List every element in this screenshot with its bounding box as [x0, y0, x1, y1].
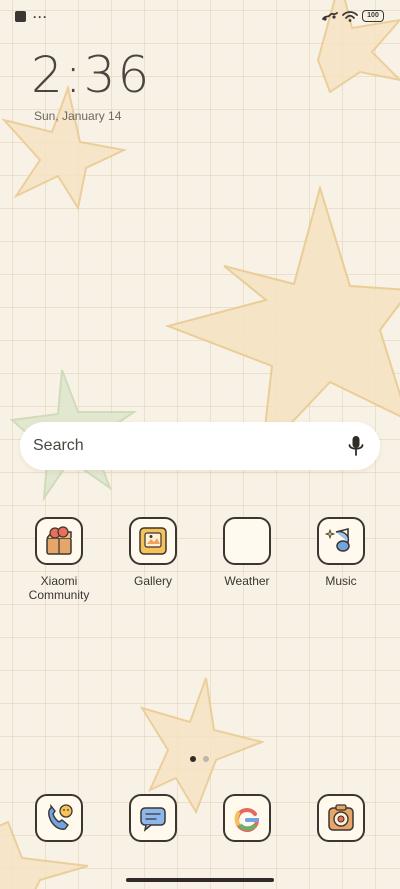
status-bar: ··· 100: [0, 0, 400, 34]
dock-app-messages[interactable]: [111, 794, 195, 842]
wallpaper-star: [139, 677, 266, 815]
dock-app-camera[interactable]: [299, 794, 383, 842]
wallpaper-star: [1, 84, 128, 211]
clock-date[interactable]: Sun, January 14: [34, 109, 121, 123]
gesture-home-bar[interactable]: [126, 878, 274, 882]
phone-icon[interactable]: [35, 794, 83, 842]
more-dots-icon: ···: [33, 9, 48, 24]
app-label: Music: [325, 574, 357, 588]
page-dot: [203, 756, 209, 762]
signal-icon: [322, 12, 338, 21]
wallpaper-star: [164, 184, 400, 457]
app-gallery[interactable]: Gallery: [111, 517, 195, 588]
battery-icon: 100: [362, 10, 384, 22]
notification-square-icon: [15, 11, 26, 22]
app-xiaomi-community[interactable]: Xiaomi Community: [17, 517, 101, 602]
search-bar[interactable]: Search: [20, 422, 380, 470]
clock-time[interactable]: 2:36: [31, 46, 151, 104]
messages-icon[interactable]: [129, 794, 177, 842]
dock-app-phone[interactable]: [17, 794, 101, 842]
app-label-text: Xiaomi Community: [28, 574, 90, 602]
app-label: Gallery: [133, 574, 172, 588]
app-music[interactable]: Music: [299, 517, 383, 588]
app-weather[interactable]: Weather: [205, 517, 289, 588]
dock-app-google[interactable]: [205, 794, 289, 842]
gallery-icon[interactable]: [129, 517, 177, 565]
wifi-icon: [342, 11, 358, 22]
search-placeholder: Search: [33, 437, 84, 454]
google-icon[interactable]: [223, 794, 271, 842]
music-icon[interactable]: [317, 517, 365, 565]
xiaomi-community-icon[interactable]: [35, 517, 83, 565]
status-right: 100: [322, 10, 384, 22]
camera-icon[interactable]: [317, 794, 365, 842]
weather-icon[interactable]: [223, 517, 271, 565]
page-dot-active: [190, 756, 196, 762]
status-left: ···: [15, 9, 48, 24]
mic-icon[interactable]: [346, 435, 366, 457]
app-label: Xiaomi Community: [17, 574, 101, 602]
app-label: Weather: [224, 574, 270, 588]
page-indicator[interactable]: [190, 756, 209, 762]
